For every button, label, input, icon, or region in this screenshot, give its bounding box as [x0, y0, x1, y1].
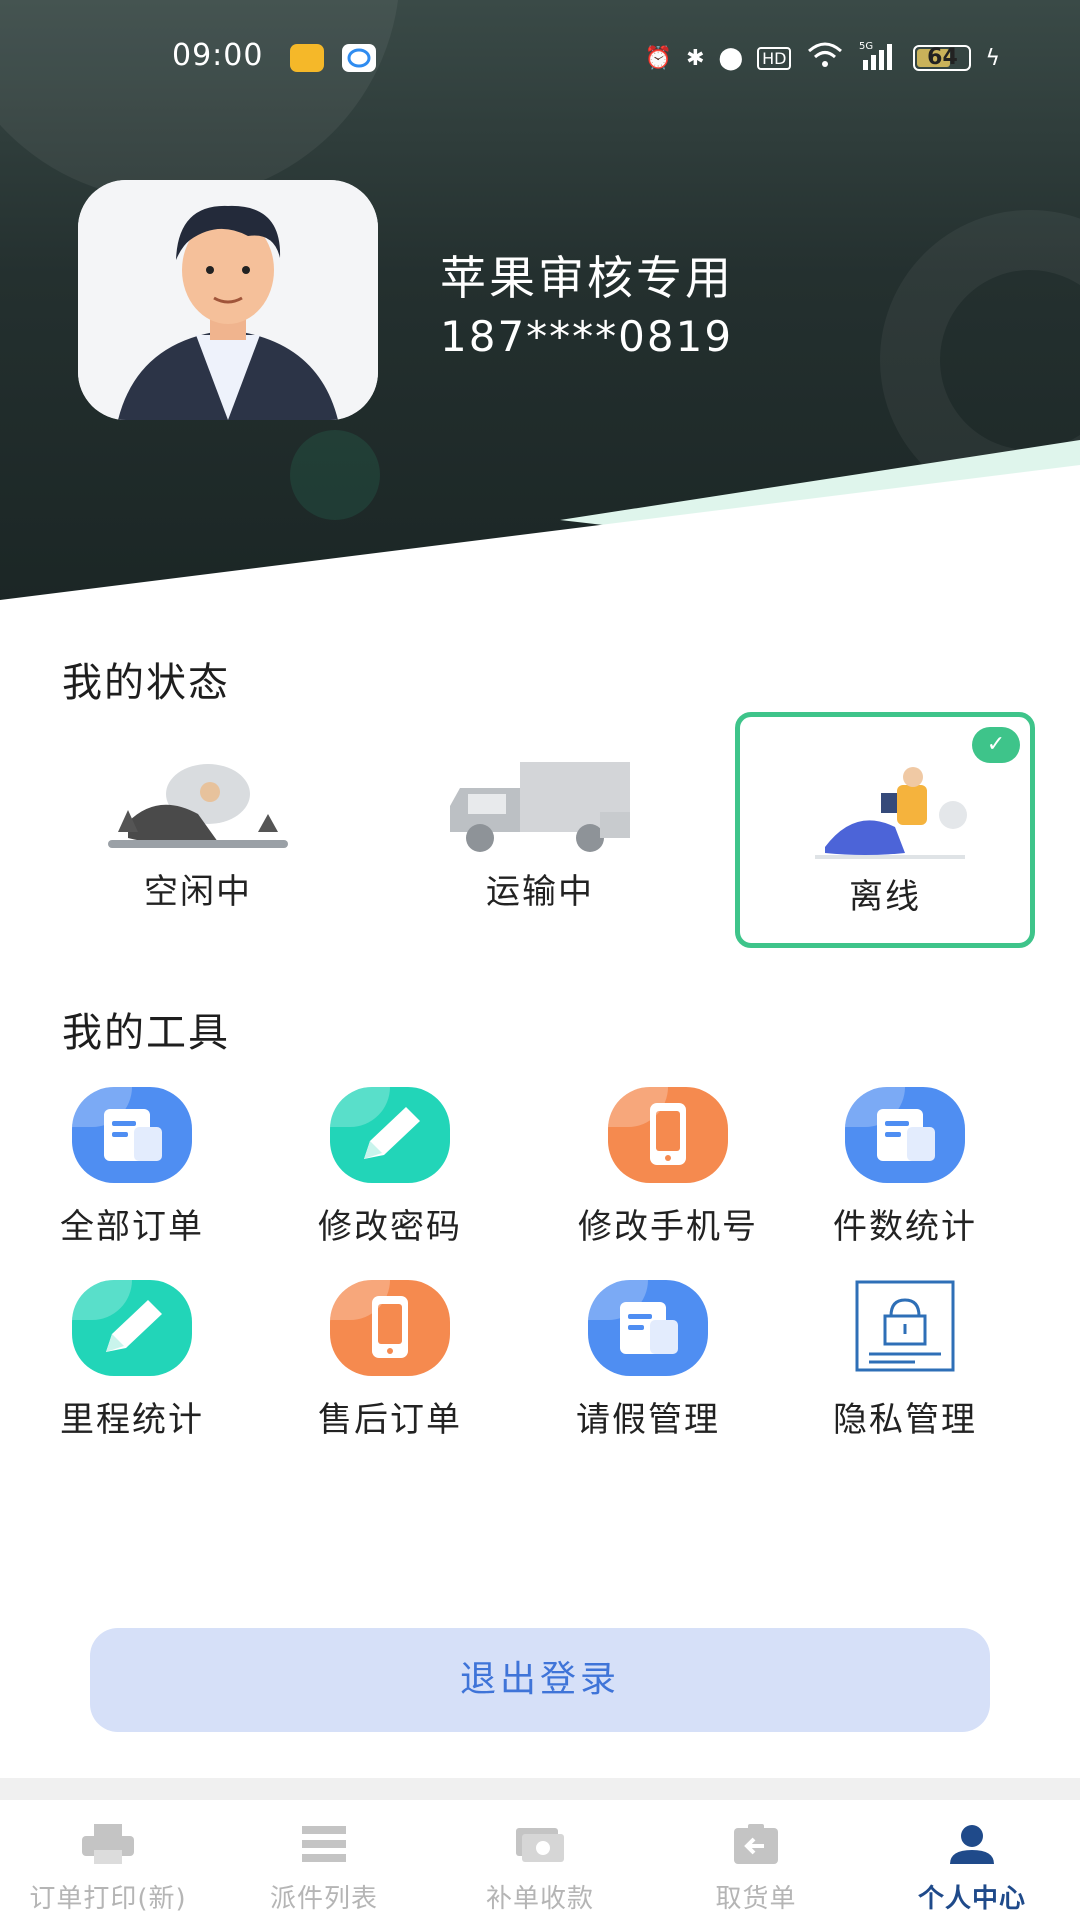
privacy-lock-icon — [845, 1280, 965, 1376]
chat-notification-icon — [342, 44, 376, 72]
user-name: 苹果审核专用 — [440, 251, 734, 305]
tool-label: 修改密码 — [318, 1207, 462, 1247]
tool-change-password[interactable]: 修改密码 — [280, 1087, 500, 1257]
status-idle-card[interactable]: 空闲中 — [48, 712, 348, 948]
status-icons: ⏰ ✱ ⬤ HD 5G 64 ϟ — [645, 40, 1000, 76]
tab-order-print[interactable]: 订单打印(新) — [0, 1800, 216, 1920]
status-transport-card[interactable]: 运输中 — [390, 712, 690, 948]
tab-personal-center[interactable]: 个人中心 — [864, 1800, 1080, 1920]
tool-privacy-management[interactable]: 隐私管理 — [795, 1280, 1015, 1450]
pencil-icon — [72, 1280, 192, 1376]
document-icon — [588, 1280, 708, 1376]
person-icon — [950, 1825, 994, 1864]
tool-label: 请假管理 — [576, 1400, 720, 1440]
status-time: 09:00 — [172, 38, 264, 73]
wifi-icon — [805, 41, 845, 75]
transport-illustration — [450, 762, 630, 852]
bottom-tab-bar: 订单打印(新) 派件列表 补单收款 取货单 个人中心 — [0, 1800, 1080, 1920]
status-bar: 09:00 ⏰ ✱ ⬤ HD 5G 64 ϟ — [0, 28, 1080, 88]
tool-label: 里程统计 — [60, 1400, 204, 1440]
tab-pickup-order[interactable]: 取货单 — [648, 1800, 864, 1920]
tool-after-sales-orders[interactable]: 售后订单 — [280, 1280, 500, 1450]
pickup-icon — [734, 1824, 778, 1864]
cash-icon — [516, 1828, 564, 1862]
tab-label: 个人中心 — [917, 1884, 1026, 1914]
list-icon — [302, 1826, 346, 1862]
document-icon — [72, 1087, 192, 1183]
tool-mileage-statistics[interactable]: 里程统计 — [22, 1280, 242, 1450]
tool-change-phone[interactable]: 修改手机号 — [558, 1087, 778, 1257]
divider — [0, 1778, 1080, 1800]
tool-all-orders[interactable]: 全部订单 — [22, 1087, 242, 1257]
printer-icon — [82, 1824, 134, 1864]
tool-label: 售后订单 — [318, 1400, 462, 1440]
tool-label: 隐私管理 — [833, 1400, 977, 1440]
tool-label: 修改手机号 — [578, 1207, 758, 1247]
tab-supplement-payment[interactable]: 补单收款 — [432, 1800, 648, 1920]
location-icon: ⬤ — [718, 45, 744, 71]
hd-icon: HD — [757, 46, 792, 70]
tab-label: 补单收款 — [485, 1884, 594, 1914]
tool-label: 件数统计 — [833, 1207, 977, 1247]
alarm-icon: ⏰ — [644, 45, 673, 71]
tool-label: 全部订单 — [60, 1207, 204, 1247]
status-offline-label: 离线 — [849, 877, 921, 917]
phone-icon — [608, 1087, 728, 1183]
battery-icon: 64 — [913, 45, 972, 71]
tool-leave-management[interactable]: 请假管理 — [538, 1280, 758, 1450]
charging-icon: ϟ — [985, 45, 1000, 71]
my-status-title: 我的状态 — [62, 660, 230, 706]
document-icon — [845, 1087, 965, 1183]
status-idle-label: 空闲中 — [144, 872, 252, 912]
profile-header: 09:00 ⏰ ✱ ⬤ HD 5G 64 ϟ 苹果审核专用 187****081… — [0, 0, 1080, 610]
offline-illustration — [815, 767, 967, 859]
phone-icon — [330, 1280, 450, 1376]
tab-label: 订单打印(新) — [29, 1884, 187, 1914]
status-offline-card[interactable]: ✓ 离线 — [735, 712, 1035, 948]
idle-illustration — [108, 764, 288, 848]
tab-label: 派件列表 — [269, 1884, 378, 1914]
pencil-icon — [330, 1087, 450, 1183]
tab-label: 取货单 — [715, 1884, 797, 1914]
my-tools-title: 我的工具 — [62, 1010, 230, 1056]
svg-text:5G: 5G — [859, 41, 873, 52]
logout-button[interactable]: 退出登录 — [90, 1628, 990, 1732]
tab-dispatch-list[interactable]: 派件列表 — [216, 1800, 432, 1920]
bluetooth-icon: ✱ — [686, 45, 705, 71]
signal-icon: 5G — [859, 40, 899, 76]
tool-piece-statistics[interactable]: 件数统计 — [795, 1087, 1015, 1257]
status-transport-label: 运输中 — [486, 872, 594, 912]
mail-notification-icon — [290, 44, 324, 72]
avatar[interactable] — [78, 180, 378, 420]
user-phone: 187****0819 — [440, 312, 734, 361]
